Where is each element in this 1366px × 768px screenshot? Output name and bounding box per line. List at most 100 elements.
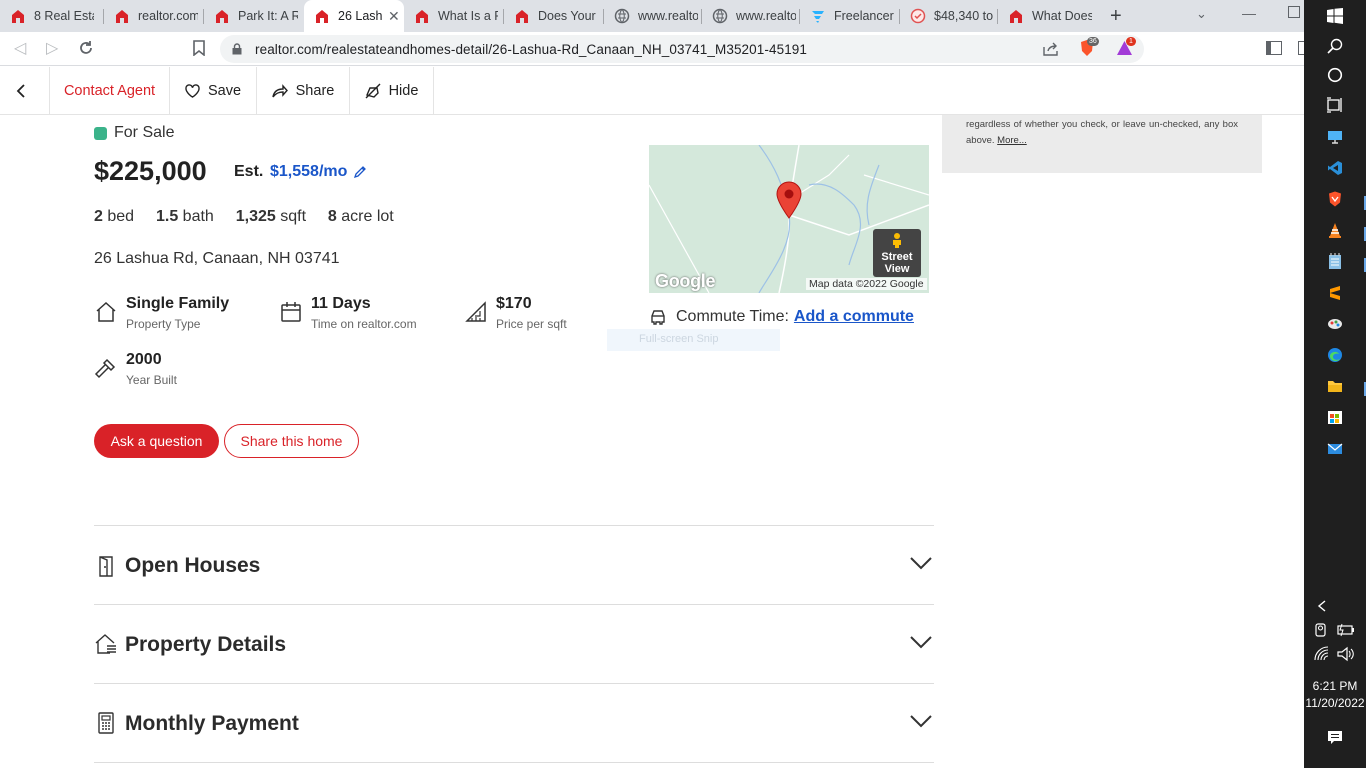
tab-close-icon[interactable]: ✕ bbox=[388, 8, 400, 25]
clock-time[interactable]: 6:21 PM bbox=[1304, 679, 1366, 693]
add-commute-link[interactable]: Add a commute bbox=[794, 308, 914, 326]
sublime-icon[interactable] bbox=[1327, 285, 1343, 301]
property-meta: 2 bed 1.5 bath 1,325 sqft 8 acre lot bbox=[94, 208, 394, 226]
disclaimer-more-link[interactable]: More... bbox=[997, 135, 1027, 146]
browser-tab[interactable]: Park It: A Re bbox=[204, 0, 304, 32]
browser-tab[interactable]: Freelancer F bbox=[800, 0, 900, 32]
map-attribution: Map data ©2022 Google bbox=[806, 278, 927, 290]
edge-icon[interactable] bbox=[1327, 347, 1343, 363]
vscode-icon[interactable] bbox=[1327, 160, 1343, 176]
accordion-title: Property Details bbox=[125, 633, 287, 656]
browser-tab[interactable]: www.realtor bbox=[604, 0, 702, 32]
listing-price: $225,000 bbox=[94, 156, 207, 186]
fact-value: 2000 bbox=[126, 351, 162, 368]
accordion-title: Monthly Payment bbox=[125, 712, 299, 735]
browser-tab-active[interactable]: 26 Lash ✕ bbox=[304, 0, 404, 32]
save-button[interactable]: Save bbox=[170, 67, 257, 114]
browser-tab[interactable]: 8 Real Estat bbox=[0, 0, 104, 32]
notification-center-icon[interactable] bbox=[1327, 730, 1343, 746]
ask-question-button[interactable]: Ask a question bbox=[94, 424, 219, 458]
share-button[interactable]: Share bbox=[257, 67, 350, 114]
save-label: Save bbox=[207, 82, 242, 99]
sidebar-toggle-icon[interactable] bbox=[1266, 41, 1282, 55]
brave-browser-icon[interactable] bbox=[1327, 191, 1343, 207]
tab-label: www.realtor bbox=[736, 9, 796, 23]
tab-label: www.realtor bbox=[638, 9, 698, 23]
sqft-value: 1,325 bbox=[235, 208, 276, 225]
store-icon[interactable] bbox=[1327, 409, 1343, 425]
back-arrow-icon[interactable]: ◁ bbox=[14, 38, 26, 58]
rewards-icon[interactable]: 1 bbox=[1116, 37, 1136, 58]
bookmark-icon[interactable] bbox=[192, 40, 206, 56]
new-tab-plus-icon[interactable]: + bbox=[1110, 5, 1122, 28]
calculator-icon bbox=[98, 712, 114, 734]
heart-icon bbox=[185, 83, 200, 98]
vlc-icon[interactable] bbox=[1327, 222, 1343, 238]
accordion-property-details[interactable]: Property Details bbox=[94, 605, 934, 683]
reload-icon[interactable] bbox=[78, 40, 94, 56]
browser-tab[interactable]: realtor.com bbox=[104, 0, 204, 32]
contact-agent-label: Contact Agent bbox=[63, 82, 156, 99]
snip-overlay: Full-screen Snip bbox=[607, 329, 780, 351]
notepad-icon[interactable] bbox=[1327, 253, 1343, 269]
task-view-icon[interactable] bbox=[1327, 97, 1343, 113]
browser-tab-strip: 8 Real Estat realtor.com Park It: A Re 2… bbox=[0, 0, 1304, 32]
hide-label: Hide bbox=[388, 82, 419, 99]
tab-label: What Is a P bbox=[438, 9, 498, 23]
listing-address: 26 Lashua Rd, Canaan, NH 03741 bbox=[94, 250, 340, 267]
accordion-monthly-payment[interactable]: Monthly Payment bbox=[94, 684, 934, 762]
meet-now-icon[interactable] bbox=[1315, 622, 1329, 638]
wifi-icon[interactable] bbox=[1314, 646, 1330, 662]
ruler-icon bbox=[465, 301, 486, 322]
divider bbox=[94, 762, 934, 763]
browser-tab[interactable]: Does Your H bbox=[504, 0, 604, 32]
windows-start-icon[interactable] bbox=[1327, 8, 1343, 24]
brave-shield-icon[interactable]: 36 bbox=[1079, 37, 1099, 59]
computer-icon[interactable] bbox=[1327, 129, 1343, 145]
forward-arrow-icon[interactable]: ▷ bbox=[46, 38, 58, 58]
browser-tab[interactable]: What Is a P bbox=[404, 0, 504, 32]
tab-label: $48,340 to bbox=[934, 9, 994, 23]
search-icon[interactable] bbox=[1327, 38, 1343, 54]
est-payment-link[interactable]: $1,558/mo bbox=[270, 163, 367, 181]
windows-taskbar: 6:21 PM 11/20/2022 bbox=[1304, 0, 1366, 768]
browser-tab[interactable]: www.realtor bbox=[702, 0, 800, 32]
battery-icon[interactable] bbox=[1337, 623, 1355, 637]
fact-value: Single Family bbox=[126, 295, 230, 312]
tab-search-chevron-icon[interactable]: ⌄ bbox=[1196, 6, 1207, 22]
ask-question-label: Ask a question bbox=[110, 433, 203, 449]
baths-value: 1.5 bbox=[155, 208, 179, 225]
share-page-icon[interactable] bbox=[1043, 42, 1059, 56]
hide-button[interactable]: Hide bbox=[350, 67, 434, 114]
browser-tab[interactable]: $48,340 to bbox=[900, 0, 998, 32]
beds-value: 2 bbox=[94, 208, 103, 225]
listing-action-bar: Contact Agent Save Share Hide bbox=[0, 67, 1304, 115]
est-label: Est. bbox=[234, 163, 264, 180]
back-button[interactable] bbox=[0, 67, 50, 114]
share-label: Share bbox=[295, 82, 335, 99]
mail-icon[interactable] bbox=[1327, 441, 1343, 457]
street-view-label-1: Street bbox=[881, 251, 913, 263]
fact-value: 11 Days bbox=[311, 295, 371, 312]
est-payment-value: $1,558/mo bbox=[270, 163, 348, 180]
clock-date[interactable]: 11/20/2022 bbox=[1304, 696, 1366, 710]
paint-icon[interactable] bbox=[1327, 316, 1343, 332]
pencil-icon bbox=[354, 166, 367, 179]
fact-days-on-market: 11 Days Time on realtor.com bbox=[279, 295, 459, 335]
map-thumbnail[interactable]: Google Street View Map data ©2022 Google bbox=[649, 145, 929, 293]
cortana-icon[interactable] bbox=[1327, 67, 1343, 83]
contact-agent-button[interactable]: Contact Agent bbox=[50, 67, 170, 114]
share-home-button[interactable]: Share this home bbox=[224, 424, 359, 458]
minimize-icon[interactable]: — bbox=[1242, 5, 1256, 21]
house-list-icon bbox=[95, 634, 116, 654]
accordion-open-houses[interactable]: Open Houses bbox=[94, 526, 934, 604]
file-explorer-icon[interactable] bbox=[1327, 378, 1343, 394]
address-bar[interactable]: realtor.com/realestateandhomes-detail/26… bbox=[220, 35, 1144, 63]
lock-icon[interactable] bbox=[232, 43, 242, 55]
browser-tab[interactable]: What Does bbox=[998, 0, 1098, 32]
street-view-button[interactable]: Street View bbox=[873, 229, 921, 277]
fact-label: Property Type bbox=[126, 317, 201, 331]
show-hidden-icons-chevron-icon[interactable] bbox=[1316, 599, 1328, 613]
volume-icon[interactable] bbox=[1337, 646, 1355, 662]
restore-icon[interactable] bbox=[1288, 6, 1300, 18]
